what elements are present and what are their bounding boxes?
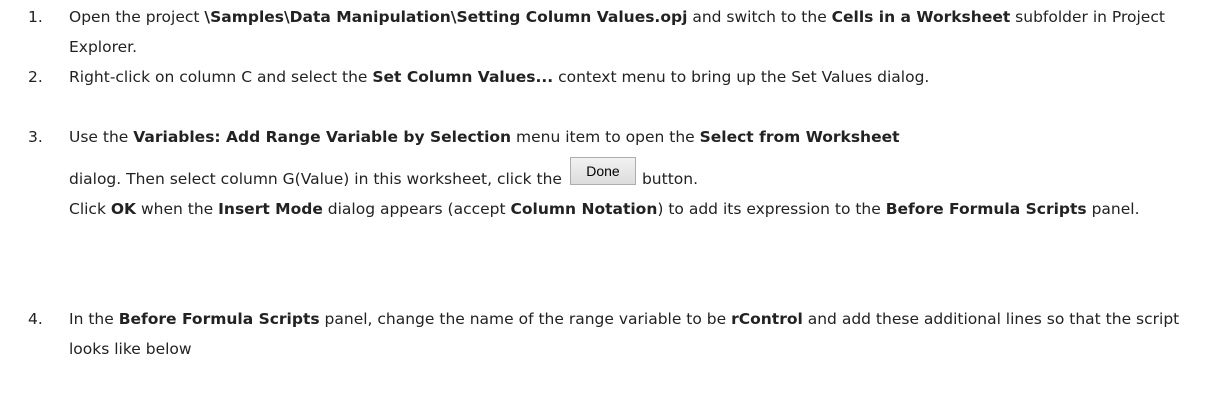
bold-term: Select from Worksheet	[699, 128, 900, 146]
bold-term: Insert Mode	[218, 200, 323, 218]
step-3-line-2-suffix: button.	[641, 170, 699, 188]
text-run: context menu to bring up the Set Values …	[553, 68, 930, 86]
step-text: Use the Variables: Add Range Variable by…	[69, 122, 1198, 224]
step-3-line-1: Use the Variables: Add Range Variable by…	[69, 122, 1198, 152]
step-2: 2. Right-click on column C and select th…	[28, 62, 1198, 92]
text-run: when the	[136, 200, 219, 218]
step-3-line-3: Click OK when the Insert Mode dialog app…	[69, 194, 1198, 224]
bold-term: Set Column Values...	[372, 68, 554, 86]
bold-term: Before Formula Scripts	[885, 200, 1087, 218]
done-button[interactable]: Done	[569, 156, 636, 185]
text-run: Right-click on column C and select the	[69, 68, 373, 86]
text-run: In the	[69, 310, 119, 328]
step-text: Open the project \Samples\Data Manipulat…	[69, 2, 1198, 62]
text-run: Open the project	[69, 8, 205, 26]
text-run: dialog appears (accept	[322, 200, 511, 218]
step-3-line-2-text: dialog. Then select column G(Value) in t…	[69, 170, 562, 188]
text-run: panel.	[1086, 200, 1140, 218]
text-run: ) to add its expression to the	[657, 200, 886, 218]
text-run: Click	[69, 200, 111, 218]
step-1: 1. Open the project \Samples\Data Manipu…	[28, 2, 1198, 62]
step-text: Right-click on column C and select the S…	[69, 62, 1198, 92]
bold-term: OK	[110, 200, 137, 218]
step-number: 3.	[28, 128, 43, 146]
step-number: 1.	[28, 8, 43, 26]
bold-term: Variables: Add Range Variable by Selecti…	[133, 128, 512, 146]
text-run: menu item to open the	[511, 128, 700, 146]
bold-term: Cells in a Worksheet	[831, 8, 1011, 26]
step-number: 4.	[28, 310, 43, 328]
text-run: panel, change the name of the range vari…	[319, 310, 732, 328]
bold-term: \Samples\Data Manipulation\Setting Colum…	[204, 8, 688, 26]
bold-term: rControl	[731, 310, 803, 328]
instruction-document: 1. Open the project \Samples\Data Manipu…	[0, 0, 1210, 404]
bold-term: Before Formula Scripts	[118, 310, 320, 328]
step-4: 4. In the Before Formula Scripts panel, …	[28, 304, 1198, 364]
step-text: In the Before Formula Scripts panel, cha…	[69, 304, 1198, 364]
bold-term: Column Notation	[510, 200, 658, 218]
text-run: Use the	[69, 128, 134, 146]
step-3-line-2: dialog. Then select column G(Value) in t…	[69, 156, 1198, 194]
step-number: 2.	[28, 68, 43, 86]
step-3: 3. Use the Variables: Add Range Variable…	[28, 122, 1198, 224]
text-run: and switch to the	[687, 8, 832, 26]
